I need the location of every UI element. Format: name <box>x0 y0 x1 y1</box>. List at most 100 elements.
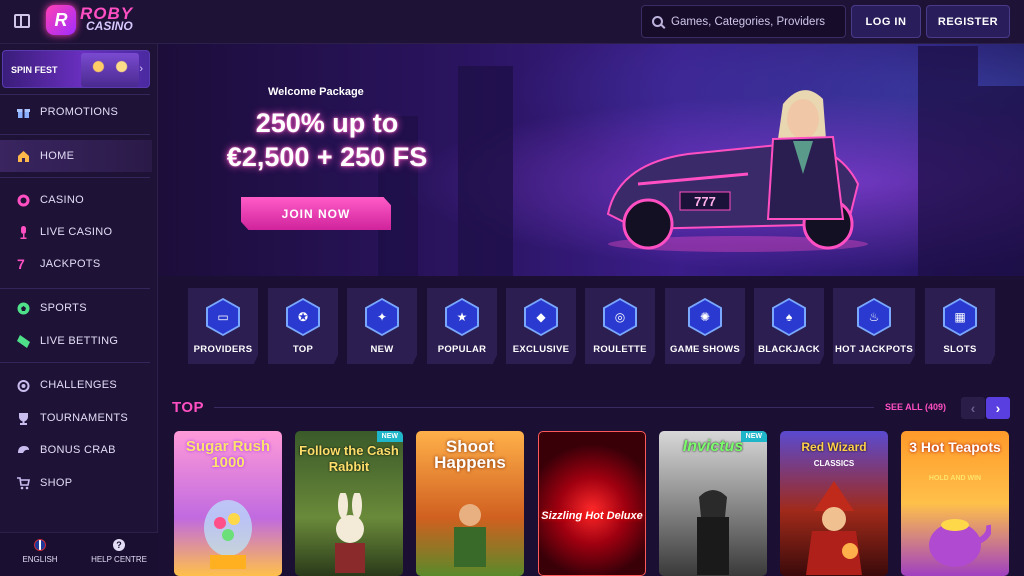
top-header: R ROBY CASINO LOG IN REGISTER <box>0 0 1024 44</box>
chevron-right-icon: › <box>995 400 1001 416</box>
category-new[interactable]: ✦ NEW <box>347 288 417 364</box>
game-card[interactable]: NEW Follow the Cash Rabbit <box>295 431 403 576</box>
category-providers[interactable]: ▭ PROVIDERS <box>188 288 258 364</box>
game-card[interactable]: Sugar Rush 1000 <box>174 431 282 576</box>
star-icon: ★ <box>447 300 477 334</box>
sidebar-item-home[interactable]: HOME <box>0 140 152 172</box>
category-label: NEW <box>370 344 394 355</box>
sidebar-item-jackpots[interactable]: 7 JACKPOTS <box>0 248 152 280</box>
hero-character-art <box>454 504 486 567</box>
category-game-shows[interactable]: ✺ GAME SHOWS <box>665 288 745 364</box>
category-top[interactable]: ✪ TOP <box>268 288 338 364</box>
game-card[interactable]: NEW Invictus <box>659 431 767 576</box>
category-label: GAME SHOWS <box>669 344 741 355</box>
sidebar-item-tournaments[interactable]: TOURNAMENTS <box>0 402 152 434</box>
hero-banner[interactable]: 777 Welcome Package 250% up to €2,500 + … <box>158 44 1024 276</box>
help-centre-link[interactable]: ? HELP CENTRE <box>88 539 150 564</box>
rabbit-art <box>335 493 365 573</box>
category-exclusive[interactable]: ◆ EXCLUSIVE <box>506 288 576 364</box>
flame-icon: ♨ <box>859 300 889 334</box>
sidebar-item-label: CHALLENGES <box>40 379 117 391</box>
sidebar-divider <box>0 362 150 363</box>
flag-uk-icon <box>34 539 46 551</box>
hero-title-line-1: 250% up to <box>255 108 399 138</box>
hero-subtitle: Welcome Package <box>268 86 364 98</box>
game-card[interactable]: Sizzling Hot Deluxe <box>538 431 646 576</box>
sidebar-item-shop[interactable]: SHOP <box>0 467 152 499</box>
sidebar-item-label: CASINO <box>40 194 84 206</box>
sidebar-divider <box>0 94 150 95</box>
sparkle-icon: ✦ <box>367 300 397 334</box>
home-icon <box>17 150 30 163</box>
carousel-prev-button[interactable]: ‹ <box>961 397 985 419</box>
login-button[interactable]: LOG IN <box>851 5 921 38</box>
see-all-link[interactable]: SEE ALL (409) <box>885 402 946 412</box>
language-selector[interactable]: ENGLISH <box>14 539 66 564</box>
city-building <box>978 86 1024 276</box>
carousel-next-button[interactable]: › <box>986 397 1010 419</box>
category-blackjack[interactable]: ♠ BLACKJACK <box>754 288 824 364</box>
section-title-top: TOP <box>172 399 205 416</box>
spin-fest-banner[interactable]: SPIN FEST › <box>2 50 150 88</box>
game-title: Shoot Happens <box>434 437 506 472</box>
badge-icon: ✪ <box>288 300 318 334</box>
chevron-right-icon: › <box>139 63 143 75</box>
sidebar-item-sports[interactable]: SPORTS <box>0 292 152 324</box>
game-title: Sugar Rush 1000 <box>185 438 271 471</box>
sidebar-item-label: LIVE BETTING <box>40 335 119 347</box>
game-card[interactable]: 3 Hot Teapots HOLD AND WIN <box>901 431 1009 576</box>
sidebar-item-label: LIVE CASINO <box>40 226 113 238</box>
category-hot-jackpots[interactable]: ♨ HOT JACKPOTS <box>833 288 915 364</box>
sidebar-item-live-betting[interactable]: LIVE BETTING <box>0 325 152 357</box>
chevron-left-icon: ‹ <box>970 400 976 416</box>
city-building <box>918 46 978 276</box>
help-label: HELP CENTRE <box>91 555 147 564</box>
sidebar-toggle-icon[interactable] <box>14 14 30 28</box>
sidebar-item-challenges[interactable]: CHALLENGES <box>0 369 152 401</box>
category-label: EXCLUSIVE <box>512 344 570 355</box>
sidebar-divider <box>0 134 150 135</box>
join-now-button[interactable]: JOIN NOW <box>241 197 391 230</box>
sidebar-item-label: HOME <box>40 150 75 162</box>
category-slots[interactable]: ▦ SLOTS <box>925 288 995 364</box>
cart-icon <box>17 476 30 490</box>
sidebar-item-bonus-crab[interactable]: BONUS CRAB <box>0 434 152 466</box>
crab-icon <box>17 444 30 457</box>
seven-icon: 7 <box>17 255 26 272</box>
category-roulette[interactable]: ◎ ROULETTE <box>585 288 655 364</box>
microphone-icon <box>17 225 30 239</box>
logo[interactable]: R ROBY CASINO <box>46 5 133 35</box>
sidebar-divider <box>0 177 150 178</box>
logo-text: ROBY CASINO <box>80 5 133 33</box>
game-subtitle: CLASSICS <box>813 459 855 468</box>
search-input[interactable] <box>671 15 836 28</box>
category-label: PROVIDERS <box>193 344 253 355</box>
game-title: Invictus <box>682 438 744 455</box>
candy-jar-art <box>204 500 252 569</box>
language-label: ENGLISH <box>22 555 58 564</box>
category-label: SLOTS <box>943 344 977 355</box>
category-bar: ▭ PROVIDERS ✪ TOP ✦ NEW ★ POPULAR ◆ EXCL… <box>188 288 1008 364</box>
help-icon: ? <box>113 539 125 551</box>
sidebar-item-promotions[interactable]: PROMOTIONS <box>0 96 152 128</box>
game-title: Red Wizard <box>801 440 867 454</box>
game-card[interactable]: Shoot Happens <box>416 431 524 576</box>
sidebar-item-casino[interactable]: CASINO <box>0 184 152 216</box>
sidebar: SPIN FEST › PROMOTIONS HOME CASINO LIVE … <box>0 44 158 576</box>
football-icon <box>17 302 30 315</box>
category-label: BLACKJACK <box>758 344 820 355</box>
city-building <box>458 66 513 276</box>
register-button[interactable]: REGISTER <box>926 5 1010 38</box>
game-title: Follow the Cash Rabbit <box>299 443 399 474</box>
category-label: TOP <box>292 344 314 355</box>
search-box[interactable] <box>641 5 846 38</box>
bike-plate-text: 777 <box>694 194 716 209</box>
game-card[interactable]: Red Wizard CLASSICS <box>780 431 888 576</box>
new-badge: NEW <box>376 431 403 442</box>
section-divider <box>214 407 874 408</box>
category-label: POPULAR <box>437 344 487 355</box>
sidebar-item-live-casino[interactable]: LIVE CASINO <box>0 216 152 248</box>
medal-icon <box>17 379 30 392</box>
spin-fest-label: SPIN FEST <box>11 65 58 75</box>
category-popular[interactable]: ★ POPULAR <box>427 288 497 364</box>
